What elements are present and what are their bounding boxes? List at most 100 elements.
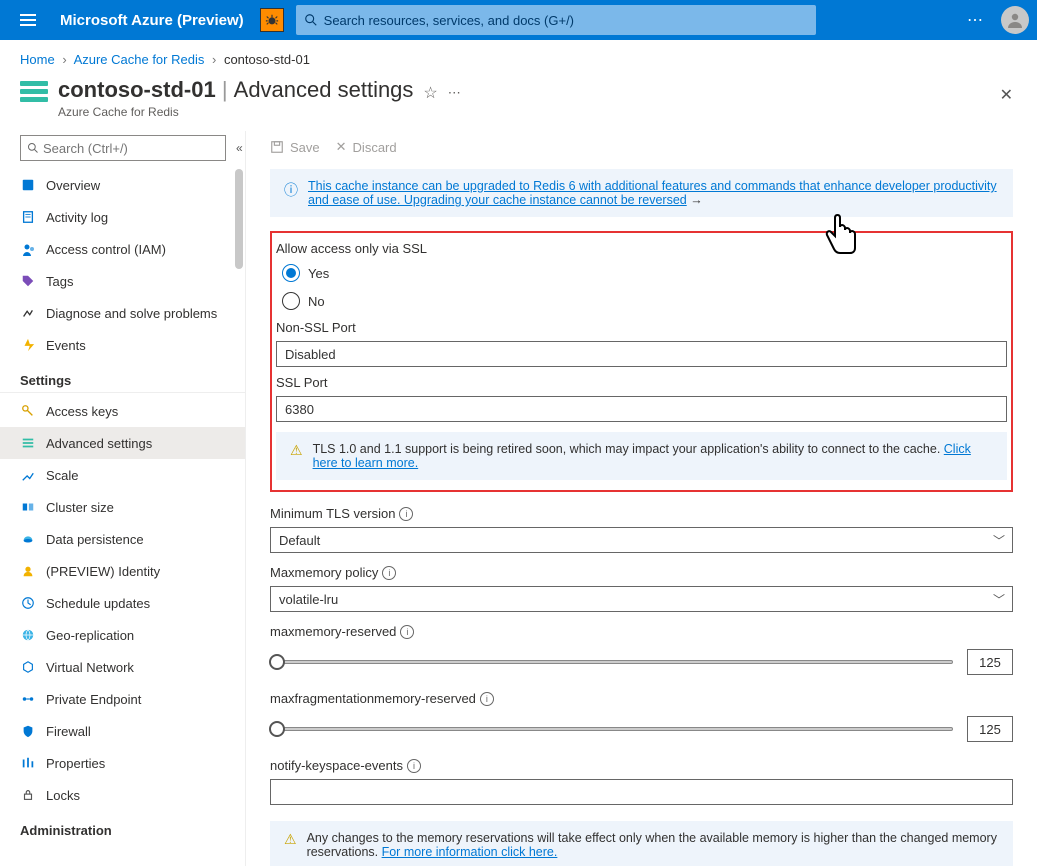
tls-warning: ⚠ TLS 1.0 and 1.1 support is being retir… (276, 432, 1007, 480)
pe-icon (20, 691, 36, 707)
sidebar-item-overview[interactable]: Overview (0, 169, 245, 201)
resource-title: contoso-std-01 (58, 77, 216, 102)
sidebar-item-identity[interactable]: (PREVIEW) Identity (0, 555, 245, 587)
more-icon[interactable]: ⋯ (448, 85, 461, 101)
search-icon (27, 142, 39, 154)
sidebar-item-locks[interactable]: Locks (0, 779, 245, 811)
section-title: Advanced settings (234, 77, 414, 102)
topbar: Microsoft Azure (Preview) ⋯ (0, 0, 1037, 40)
sidebar-item-activity[interactable]: Activity log (0, 201, 245, 233)
ssl-access-label: Allow access only via SSL (276, 241, 1007, 256)
info-icon[interactable]: i (407, 759, 421, 773)
notify-keyspace-label: notify-keyspace-events (270, 758, 403, 773)
discard-icon: ✕ (336, 139, 347, 155)
maxmemory-reserved-label: maxmemory-reserved (270, 624, 396, 639)
more-menu[interactable]: ⋯ (967, 10, 985, 30)
sidebar-search[interactable] (20, 135, 226, 161)
sidebar-item-pe[interactable]: Private Endpoint (0, 683, 245, 715)
maxmemory-reserved-slider[interactable] (270, 660, 953, 664)
global-search-input[interactable] (318, 13, 808, 28)
sidebar-item-label: Access control (IAM) (46, 242, 166, 257)
sidebar-item-iam[interactable]: Access control (IAM) (0, 233, 245, 265)
maxfrag-reserved-label: maxfragmentationmemory-reserved (270, 691, 476, 706)
sidebar-item-label: Cluster size (46, 500, 114, 515)
scrollbar[interactable] (235, 169, 243, 269)
chevron-right-icon: › (62, 52, 66, 67)
maxfrag-reserved-value[interactable]: 125 (967, 716, 1013, 742)
sidebar-item-label: Data persistence (46, 532, 144, 547)
sidebar-item-label: Overview (46, 178, 100, 193)
sidebar: « Overview Activity log Access control (IA… (0, 131, 246, 866)
radio-checked-icon (282, 264, 300, 282)
vnet-icon (20, 659, 36, 675)
sidebar-item-label: Events (46, 338, 86, 353)
sidebar-item-label: Firewall (46, 724, 91, 739)
memory-warning: ⚠ Any changes to the memory reservations… (270, 821, 1013, 866)
bug-icon (265, 13, 279, 27)
sidebar-search-input[interactable] (39, 141, 219, 156)
radio-icon (282, 292, 300, 310)
sidebar-item-diagnose[interactable]: Diagnose and solve problems (0, 297, 245, 329)
sidebar-item-geo[interactable]: Geo-replication (0, 619, 245, 651)
sidebar-item-events[interactable]: Events (0, 329, 245, 361)
events-icon (20, 337, 36, 353)
save-icon (270, 140, 284, 154)
sidebar-item-label: Tags (46, 274, 73, 289)
arrow-right-icon: → (690, 193, 703, 207)
cluster-icon (20, 499, 36, 515)
info-icon[interactable]: i (399, 507, 413, 521)
hamburger-menu[interactable] (8, 0, 48, 40)
user-icon (1005, 10, 1025, 30)
sidebar-item-schedule[interactable]: Schedule updates (0, 587, 245, 619)
locks-icon (20, 787, 36, 803)
memory-info-link[interactable]: For more information click here. (382, 845, 558, 859)
iam-icon (20, 241, 36, 257)
sidebar-item-advanced[interactable]: Advanced settings (0, 427, 245, 459)
ssl-yes-option[interactable]: Yes (282, 264, 1007, 282)
collapse-sidebar[interactable]: « (236, 141, 243, 155)
sidebar-item-keys[interactable]: Access keys (0, 395, 245, 427)
info-icon[interactable]: i (382, 566, 396, 580)
scale-icon (20, 467, 36, 483)
upgrade-link[interactable]: This cache instance can be upgraded to R… (308, 179, 997, 207)
main-content: Save ✕ Discard ⓘ This cache instance can… (246, 131, 1037, 866)
sidebar-item-label: (PREVIEW) Identity (46, 564, 160, 579)
sidebar-item-scale[interactable]: Scale (0, 459, 245, 491)
discard-button[interactable]: ✕ Discard (336, 139, 397, 155)
info-icon[interactable]: i (480, 692, 494, 706)
ssl-no-option[interactable]: No (282, 292, 1007, 310)
notify-keyspace-input[interactable] (270, 779, 1013, 805)
sidebar-item-label: Scale (46, 468, 79, 483)
advanced-icon (20, 435, 36, 451)
diagnose-icon (20, 305, 36, 321)
sidebar-item-tags[interactable]: Tags (0, 265, 245, 297)
firewall-icon (20, 723, 36, 739)
chevron-right-icon: › (212, 52, 216, 67)
pin-icon[interactable]: ☆ (423, 83, 437, 103)
info-icon[interactable]: i (400, 625, 414, 639)
sidebar-item-props[interactable]: Properties (0, 747, 245, 779)
maxmemory-policy-select[interactable]: ﹀ (270, 586, 1013, 612)
sidebar-item-label: Virtual Network (46, 660, 134, 675)
maxmemory-reserved-value[interactable]: 125 (967, 649, 1013, 675)
save-button[interactable]: Save (270, 140, 320, 155)
sidebar-item-vnet[interactable]: Virtual Network (0, 651, 245, 683)
sidebar-item-persist[interactable]: Data persistence (0, 523, 245, 555)
ssl-port-field[interactable] (276, 396, 1007, 422)
maxfrag-reserved-slider[interactable] (270, 727, 953, 731)
sidebar-item-firewall[interactable]: Firewall (0, 715, 245, 747)
global-search[interactable] (296, 5, 816, 35)
keys-icon (20, 403, 36, 419)
preview-badge[interactable] (260, 8, 284, 32)
sidebar-item-cluster[interactable]: Cluster size (0, 491, 245, 523)
close-blade[interactable]: ✕ (996, 81, 1017, 109)
user-avatar[interactable] (1001, 6, 1029, 34)
non-ssl-port-field[interactable] (276, 341, 1007, 367)
redis-icon (20, 81, 48, 109)
breadcrumb-home[interactable]: Home (20, 52, 55, 67)
sidebar-item-label: Activity log (46, 210, 108, 225)
breadcrumb-service[interactable]: Azure Cache for Redis (74, 52, 205, 67)
min-tls-label: Minimum TLS version (270, 506, 395, 521)
min-tls-select[interactable]: ﹀ (270, 527, 1013, 553)
brand: Microsoft Azure (Preview) (60, 12, 244, 29)
